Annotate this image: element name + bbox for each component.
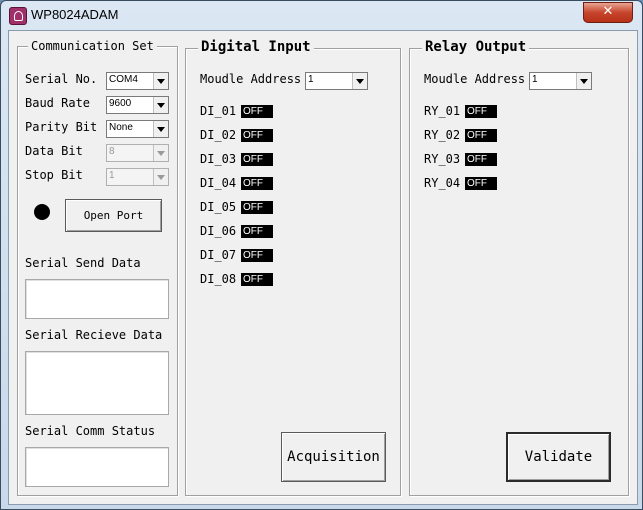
ry-address-select[interactable]: 1 xyxy=(529,72,592,90)
di-03-status: OFF xyxy=(241,153,273,166)
ry-03-label: RY_03 xyxy=(424,152,461,166)
chevron-down-icon xyxy=(153,169,168,185)
chevron-down-icon[interactable] xyxy=(352,73,367,89)
app-window: WP8024ADAM ✕ Communication Set Serial No… xyxy=(0,0,643,510)
di-02-label: DI_02 xyxy=(200,128,237,142)
chevron-down-icon xyxy=(153,145,168,161)
di-06-status: OFF xyxy=(241,225,273,238)
di-04-label: DI_04 xyxy=(200,176,237,190)
ry-address-label: Moudle Address xyxy=(424,72,526,86)
chevron-down-icon[interactable] xyxy=(153,121,168,137)
di-03-label: DI_03 xyxy=(200,152,237,166)
ry-01-label: RY_01 xyxy=(424,104,461,118)
title-bar[interactable]: WP8024ADAM ✕ xyxy=(1,1,642,29)
ry-02-label: RY_02 xyxy=(424,128,461,142)
client-area: Communication Set Serial No. COM4 Baud R… xyxy=(8,30,638,505)
parity-bit-label: Parity Bit xyxy=(25,120,98,134)
di-08-label: DI_08 xyxy=(200,272,237,286)
serial-send-field[interactable] xyxy=(25,279,169,319)
data-bit-label: Data Bit xyxy=(25,144,83,158)
ry-04-status[interactable]: OFF xyxy=(465,177,497,190)
stop-bit-value: 1 xyxy=(109,170,115,181)
ry-address-value: 1 xyxy=(532,74,538,85)
di-address-label: Moudle Address xyxy=(200,72,302,86)
data-bit-value: 8 xyxy=(109,146,115,157)
stop-bit-select: 1 xyxy=(106,168,169,186)
close-icon: ✕ xyxy=(602,4,614,19)
communication-set-title: Communication Set xyxy=(28,39,157,53)
di-01-label: DI_01 xyxy=(200,104,237,118)
chevron-down-icon[interactable] xyxy=(153,73,168,89)
validate-button[interactable]: Validate xyxy=(506,432,611,482)
di-address-value: 1 xyxy=(308,74,314,85)
stop-bit-label: Stop Bit xyxy=(25,168,83,182)
parity-bit-value: None xyxy=(109,122,133,133)
chevron-down-icon[interactable] xyxy=(153,97,168,113)
app-icon xyxy=(9,7,27,25)
ry-03-status[interactable]: OFF xyxy=(465,153,497,166)
serial-no-label: Serial No. xyxy=(25,72,98,86)
di-02-status: OFF xyxy=(241,129,273,142)
serial-status-field[interactable] xyxy=(25,447,169,487)
chevron-down-icon[interactable] xyxy=(576,73,591,89)
relay-output-title: Relay Output xyxy=(422,39,530,55)
serial-receive-field[interactable] xyxy=(25,351,169,415)
di-08-status: OFF xyxy=(241,273,273,286)
serial-no-value: COM4 xyxy=(109,74,138,85)
serial-receive-label: Serial Recieve Data xyxy=(25,328,163,342)
parity-bit-select[interactable]: None xyxy=(106,120,169,138)
di-04-status: OFF xyxy=(241,177,273,190)
baud-rate-select[interactable]: 9600 xyxy=(106,96,169,114)
di-01-status: OFF xyxy=(241,105,273,118)
close-button[interactable]: ✕ xyxy=(583,2,633,23)
window-title: WP8024ADAM xyxy=(31,7,119,22)
serial-status-label: Serial Comm Status xyxy=(25,424,156,438)
ry-04-label: RY_04 xyxy=(424,176,461,190)
ry-02-status[interactable]: OFF xyxy=(465,129,497,142)
ry-01-status[interactable]: OFF xyxy=(465,105,497,118)
baud-rate-label: Baud Rate xyxy=(25,96,91,110)
serial-send-label: Serial Send Data xyxy=(25,256,141,270)
di-07-status: OFF xyxy=(241,249,273,262)
data-bit-select: 8 xyxy=(106,144,169,162)
di-06-label: DI_06 xyxy=(200,224,237,238)
di-05-status: OFF xyxy=(241,201,273,214)
open-port-button[interactable]: Open Port xyxy=(65,199,162,232)
di-07-label: DI_07 xyxy=(200,248,237,262)
di-address-select[interactable]: 1 xyxy=(305,72,368,90)
digital-input-title: Digital Input xyxy=(198,39,314,55)
port-status-indicator xyxy=(34,204,50,220)
baud-rate-value: 9600 xyxy=(109,98,132,109)
serial-no-select[interactable]: COM4 xyxy=(106,72,169,90)
di-05-label: DI_05 xyxy=(200,200,237,214)
acquisition-button[interactable]: Acquisition xyxy=(281,432,386,482)
